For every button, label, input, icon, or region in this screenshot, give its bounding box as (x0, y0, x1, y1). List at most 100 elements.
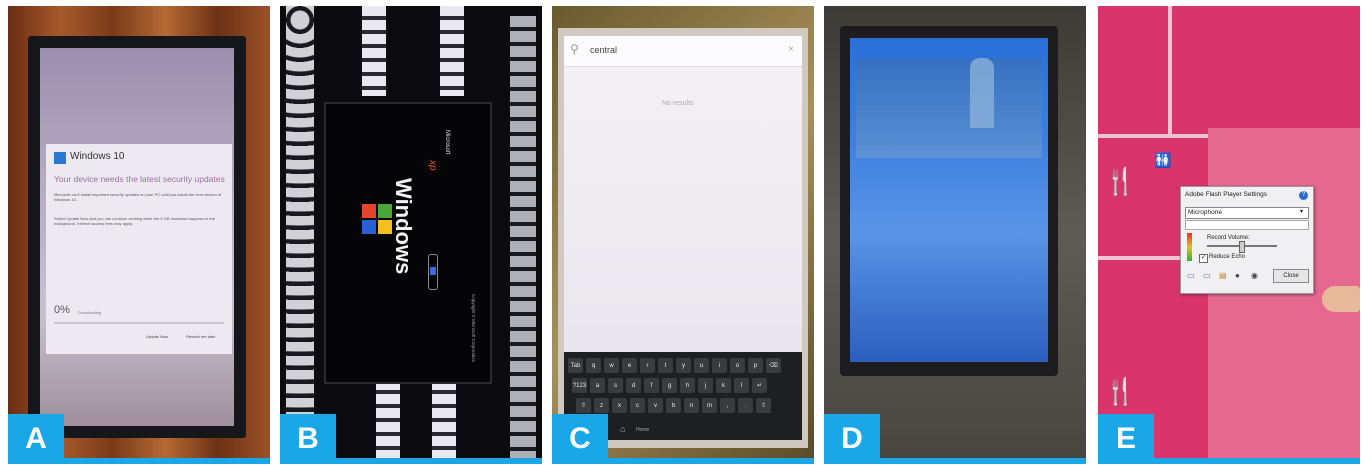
restaurant-icon: 🍴 (1104, 376, 1137, 406)
search-bar[interactable]: ⚲ central × (564, 36, 802, 67)
windows-logo-icon (54, 152, 66, 164)
dialog-title: Adobe Flash Player Settings (1185, 191, 1268, 198)
photo-panel-c: ⚲ central × No results Tab q w e r t y u i o p ⌫ ?12… (552, 6, 814, 464)
device-select-value: Microphone (1188, 209, 1222, 216)
privacy-tab-icon[interactable]: ▭ (1203, 271, 1211, 280)
reduce-echo-label: Reduce Echo (1209, 254, 1246, 260)
kiosk-screen: ⚲ central × No results Tab q w e r t y u i o p ⌫ ?12… (564, 36, 802, 440)
keyboard-key[interactable]: q (586, 358, 601, 373)
keyboard-key[interactable]: o (730, 358, 745, 373)
microsoft-brand: Microsoft (444, 130, 450, 155)
windows-brand: Windows 10 (70, 151, 125, 162)
clear-search-icon[interactable]: × (788, 44, 794, 55)
led-strip (440, 6, 464, 96)
search-input[interactable]: central (590, 45, 617, 55)
keyboard-key[interactable]: d (626, 378, 641, 393)
copyright-text: Copyright © Microsoft Corporation (471, 294, 476, 363)
keyboard-key[interactable]: n (684, 398, 699, 413)
keyboard-row: Tab q w e r t y u i o p ⌫ (568, 358, 781, 373)
kiosk-screen: Windows 10 Your device needs the latest … (40, 48, 234, 426)
keyboard-key[interactable]: a (590, 378, 605, 393)
update-heading: Your device needs the latest security up… (54, 174, 225, 184)
update-dialog: Windows 10 Your device needs the latest … (46, 144, 232, 354)
keyboard-key[interactable]: i (712, 358, 727, 373)
keyboard-key[interactable]: t (658, 358, 673, 373)
panel-label: D (824, 414, 880, 464)
led-strip (286, 6, 314, 464)
keyboard-key[interactable]: y (676, 358, 691, 373)
keyboard-key[interactable]: v (648, 398, 663, 413)
street-reflection (856, 58, 1042, 158)
keyboard-key[interactable]: k (716, 378, 731, 393)
led-strip (510, 16, 536, 464)
keyboard-key[interactable]: c (630, 398, 645, 413)
camera-tab-icon[interactable]: ◉ (1251, 271, 1258, 280)
keyboard-key[interactable]: . (738, 398, 753, 413)
keyboard-key[interactable]: ↵ (752, 378, 767, 393)
flash-settings-dialog: Adobe Flash Player Settings ? Microphone… (1180, 186, 1314, 294)
panel-label: E (1098, 414, 1154, 464)
volume-slider-thumb[interactable] (1239, 241, 1245, 253)
photo-panel-a: Windows 10 Your device needs the latest … (8, 6, 270, 464)
keyboard-key[interactable]: Tab (568, 358, 583, 373)
keyboard-key[interactable]: p (748, 358, 763, 373)
device-select[interactable]: Microphone ▾ (1185, 207, 1309, 219)
kiosk-reflection (970, 58, 994, 128)
photo-panel-e: 🍴 🍴 🚻 Adobe Flash Player Settings ? Micr… (1098, 6, 1360, 464)
kiosk-screen (850, 38, 1048, 362)
keyboard-key[interactable]: b (666, 398, 681, 413)
keyboard-key[interactable]: m (702, 398, 717, 413)
keyboard-key[interactable]: e (622, 358, 637, 373)
keyboard-key[interactable]: x (612, 398, 627, 413)
loading-block (430, 267, 436, 275)
led-strip (362, 6, 386, 96)
keyboard-key[interactable]: ⇧ (756, 398, 771, 413)
keyboard-key[interactable]: ⇧ (576, 398, 591, 413)
keyboard-key[interactable]: r (640, 358, 655, 373)
boot-screen: Microsoft Windows xp Copyright © Microso… (324, 102, 492, 384)
update-body-2: Select Update Now and you can continue w… (54, 216, 215, 226)
progress-note: Downloading (78, 310, 102, 315)
xp-edition: xp (427, 160, 438, 171)
keyboard-row: ?123 a s d f g h j k l ↵ (572, 378, 767, 393)
keyboard-key[interactable]: j (698, 378, 713, 393)
map-line (1168, 6, 1172, 136)
search-icon: ⚲ (570, 42, 579, 56)
restroom-icon: 🚻 (1154, 152, 1172, 168)
keyboard-key[interactable]: h (680, 378, 695, 393)
keyboard-key[interactable]: g (662, 378, 677, 393)
keyboard-key[interactable]: f (644, 378, 659, 393)
led-strip (376, 380, 400, 464)
windows-wordmark: Windows (391, 178, 416, 275)
panel-label: C (552, 414, 608, 464)
finger (1322, 286, 1360, 312)
update-now-button[interactable]: Update Now (146, 334, 168, 339)
close-button[interactable]: Close (1273, 269, 1309, 283)
home-nav-label: Home (636, 427, 650, 433)
display-tab-icon[interactable]: ▭ (1187, 271, 1195, 280)
progress-bar (54, 322, 224, 324)
keyboard-key[interactable]: ?123 (572, 378, 587, 393)
keyboard-key[interactable]: l (734, 378, 749, 393)
panel-label: A (8, 414, 64, 464)
mic-level-meter (1187, 233, 1192, 261)
keyboard-row: ⇧ z x c v b n m,. ⇧ (576, 398, 771, 413)
reduce-echo-checkbox[interactable]: ✓ (1199, 254, 1208, 263)
storage-tab-icon[interactable]: ▤ (1219, 271, 1227, 280)
remind-later-button[interactable]: Remind me later (186, 334, 215, 339)
keyboard-key[interactable]: , (720, 398, 735, 413)
restaurant-icon: 🍴 (1104, 166, 1137, 196)
keyboard-key[interactable]: ⌫ (766, 358, 781, 373)
xp-flag-red (362, 204, 376, 218)
xp-flag-blue (362, 220, 376, 234)
keyboard-key[interactable]: s (608, 378, 623, 393)
volume-slider[interactable] (1207, 241, 1277, 253)
keyboard-key[interactable]: w (604, 358, 619, 373)
keyboard-key[interactable]: z (594, 398, 609, 413)
photo-panel-d: D (824, 6, 1086, 464)
microphone-tab-icon[interactable]: ● (1235, 271, 1240, 280)
keyboard-key[interactable]: u (694, 358, 709, 373)
update-body: Microsoft can't install important securi… (54, 192, 222, 202)
help-icon[interactable]: ? (1299, 191, 1308, 200)
home-nav-icon[interactable]: ⌂ (620, 424, 625, 434)
